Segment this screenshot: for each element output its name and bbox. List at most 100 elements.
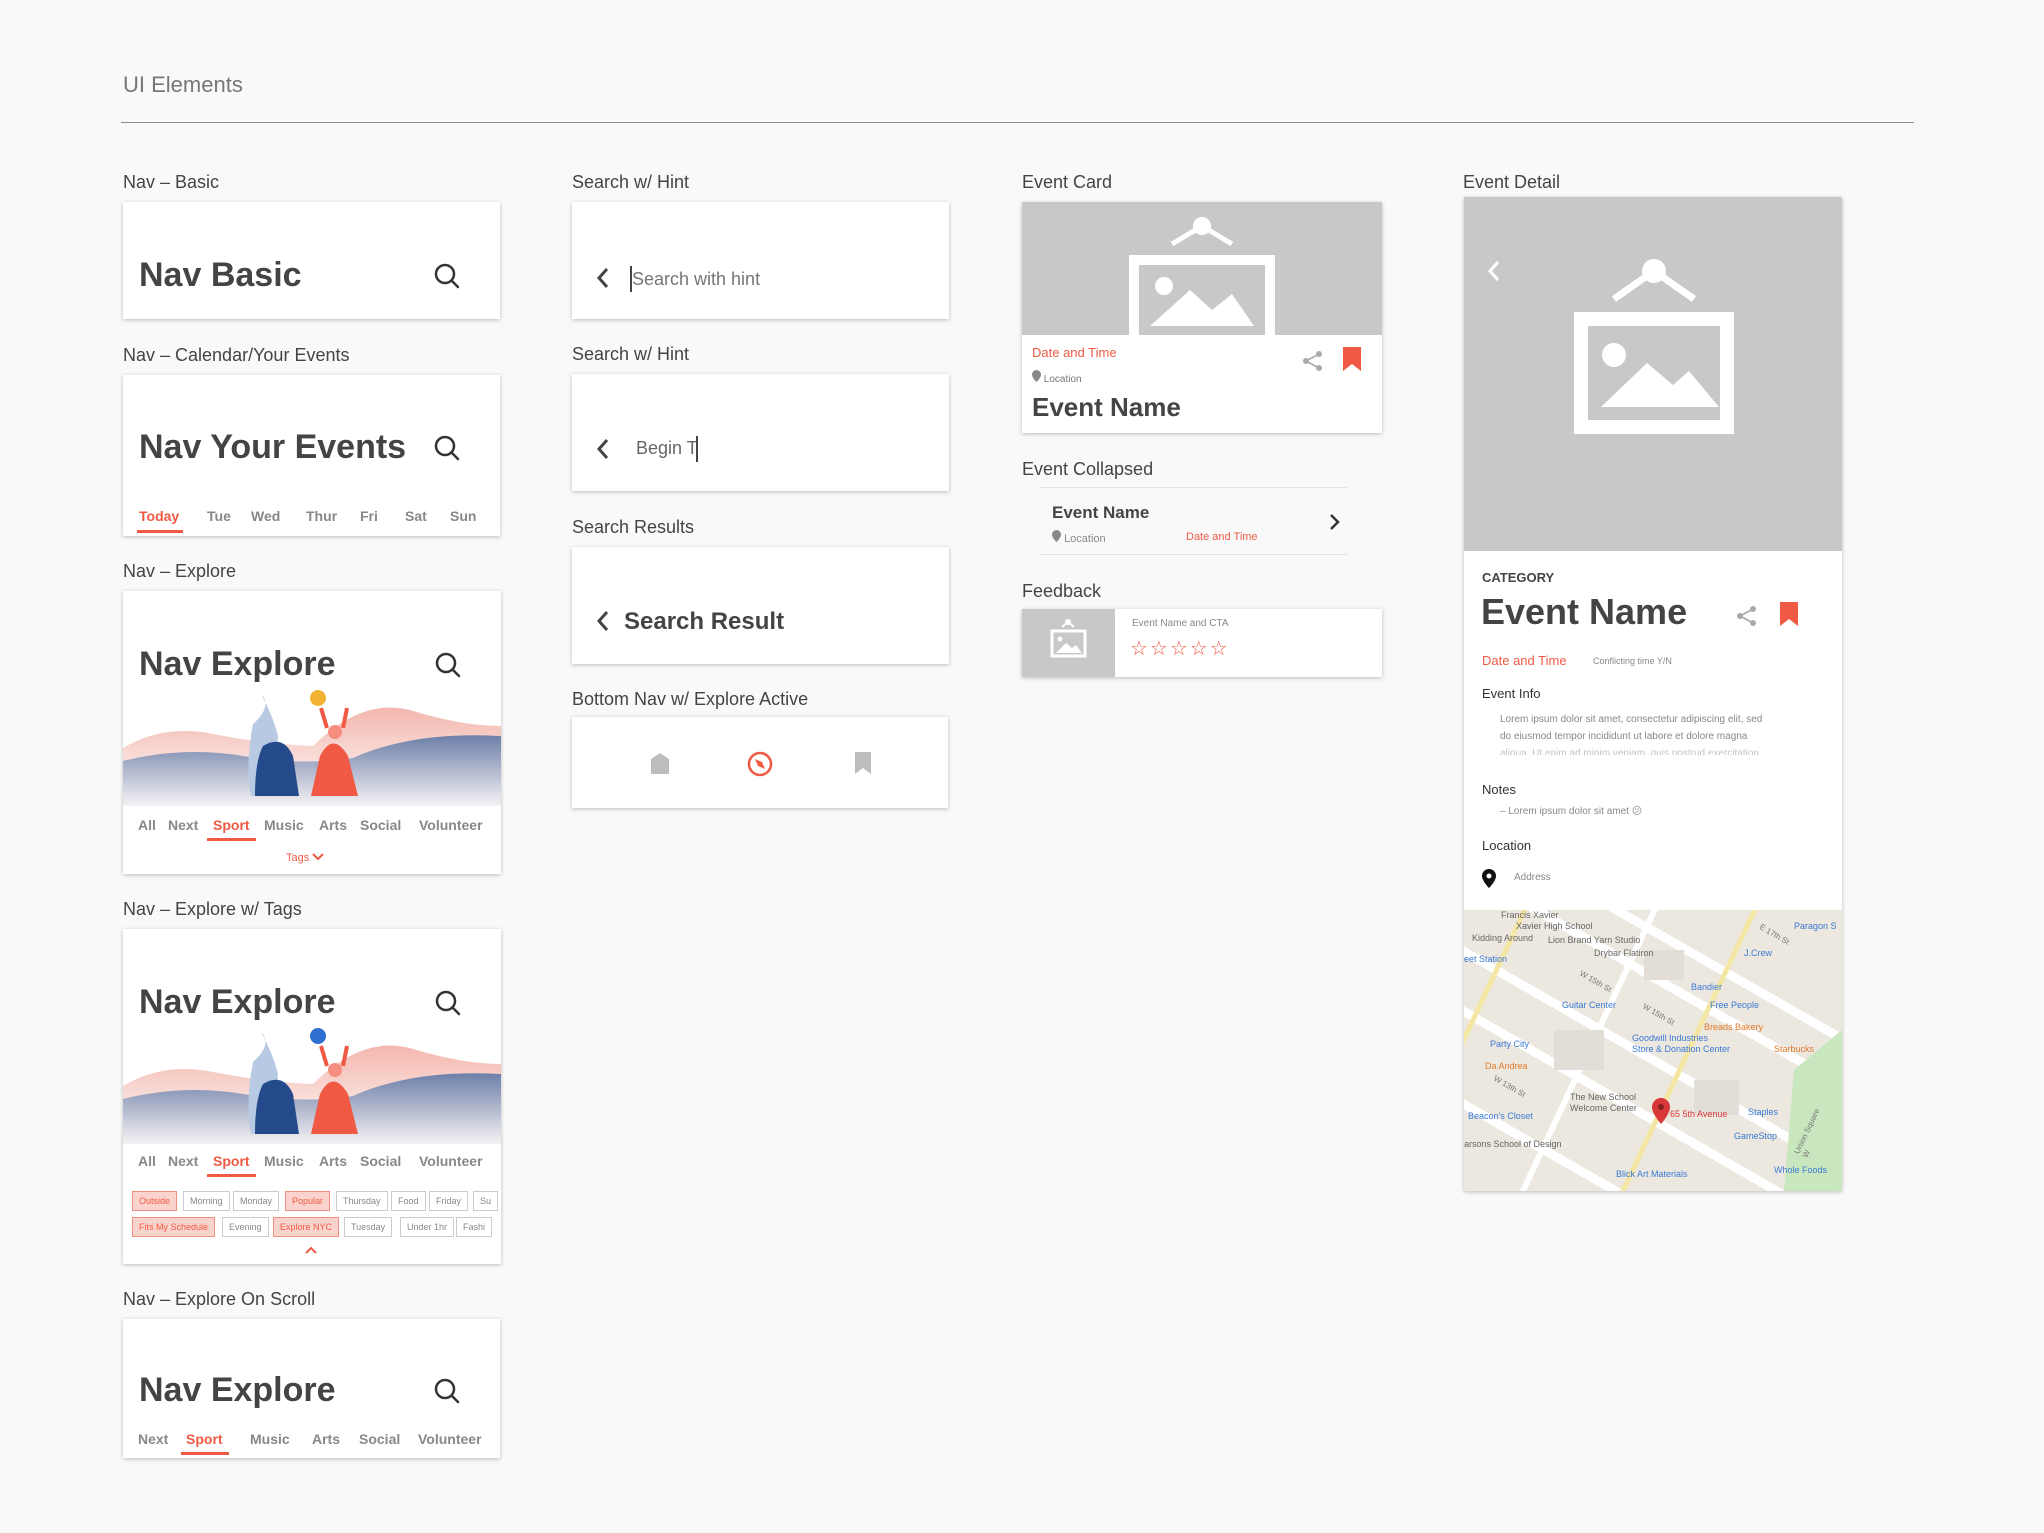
category-tab[interactable]: Music <box>264 817 304 833</box>
tag-chip[interactable]: Under 1hr <box>400 1217 455 1237</box>
tags-toggle[interactable]: Tags <box>286 852 325 864</box>
tag-chip[interactable]: Fashi <box>456 1217 493 1237</box>
explore-compass-icon[interactable] <box>747 751 773 777</box>
tag-chip[interactable]: Food <box>391 1191 426 1211</box>
tag-chip[interactable]: Fits My Schedule <box>132 1217 216 1237</box>
day-tab[interactable]: Sun <box>450 508 476 524</box>
event-card[interactable]: Date and Time Location Event Name <box>1022 202 1382 433</box>
category-tab[interactable]: Volunteer <box>419 817 483 833</box>
tag-chip[interactable]: Tuesday <box>344 1217 393 1237</box>
day-tab[interactable]: Tue <box>207 508 231 524</box>
tag-chip[interactable]: Outside <box>132 1191 178 1211</box>
category-tab-active[interactable]: Sport <box>213 817 250 833</box>
search-icon[interactable] <box>433 1377 461 1405</box>
map-marker-icon[interactable] <box>1652 1098 1670 1124</box>
bookmark-icon[interactable] <box>1779 601 1799 627</box>
nav-explore-scroll-card: Nav Explore Next Sport Music Arts Social… <box>123 1319 500 1458</box>
back-arrow-icon[interactable] <box>594 609 614 633</box>
event-date: Date and Time <box>1482 653 1567 668</box>
search-result-title: Search Result <box>624 608 785 635</box>
category-tab[interactable]: Social <box>359 1431 400 1447</box>
tag-chip[interactable]: Popular <box>285 1191 331 1211</box>
map-label: The New School <box>1570 1092 1637 1102</box>
category-tab[interactable]: Volunteer <box>418 1431 482 1447</box>
chevron-up-icon[interactable] <box>305 1246 317 1254</box>
day-tab[interactable]: Thur <box>306 508 337 524</box>
category-tab[interactable]: Arts <box>319 1153 347 1169</box>
section-label-feedback: Feedback <box>1022 581 1102 601</box>
chevron-right-icon[interactable] <box>1329 513 1341 531</box>
active-tab-underline <box>207 838 256 841</box>
share-icon[interactable] <box>1736 605 1758 627</box>
search-icon[interactable] <box>434 989 462 1017</box>
category-tab[interactable]: Volunteer <box>419 1153 483 1169</box>
category-tab[interactable]: Next <box>168 817 198 833</box>
rating-stars[interactable]: ☆☆☆☆☆ <box>1130 636 1230 661</box>
share-icon[interactable] <box>1302 350 1324 372</box>
map-label: arsons School of Design <box>1464 1139 1562 1149</box>
map-label: Da Andrea <box>1485 1061 1528 1071</box>
title-divider <box>121 122 1914 123</box>
event-date: Date and Time <box>1032 345 1117 360</box>
search-input-value[interactable]: Begin T <box>636 438 698 459</box>
feedback-card: Event Name and CTA ☆☆☆☆☆ <box>1022 609 1382 677</box>
event-collapsed-row[interactable]: Event Name Location Date and Time <box>1040 487 1347 555</box>
tag-chip[interactable]: Thursday <box>336 1191 388 1211</box>
image-placeholder-icon <box>1050 619 1087 658</box>
nav-explore-tags-card: Nav Explore All Next Sport Music Arts So… <box>123 929 501 1264</box>
category-tab[interactable]: Next <box>168 1153 198 1169</box>
bookmark-icon[interactable] <box>1342 346 1362 372</box>
home-icon[interactable] <box>649 751 671 775</box>
search-icon[interactable] <box>433 434 461 462</box>
section-label-search-hint-2: Search w/ Hint <box>572 344 690 364</box>
category-tab[interactable]: Music <box>250 1431 290 1447</box>
nav-calendar-card: Nav Your Events Today Tue Wed Thur Fri S… <box>123 375 500 536</box>
day-tab[interactable]: Wed <box>251 508 280 524</box>
search-icon[interactable] <box>433 262 461 290</box>
nav-title: Nav Explore <box>139 645 336 683</box>
category-tab[interactable]: All <box>138 817 156 833</box>
day-tab[interactable]: Fri <box>360 508 378 524</box>
tags-label: Tags <box>286 852 310 864</box>
map-label: J.Crew <box>1744 948 1773 958</box>
category-tab-active[interactable]: Sport <box>186 1431 223 1447</box>
tag-chip[interactable]: Explore NYC <box>273 1217 340 1237</box>
tag-chip[interactable]: Su <box>473 1191 499 1211</box>
back-arrow-icon[interactable] <box>594 266 614 290</box>
category-tab[interactable]: Arts <box>312 1431 340 1447</box>
map-label: Guitar Center <box>1562 1000 1617 1010</box>
section-label-search-results: Search Results <box>572 517 695 537</box>
text-cursor <box>696 436 698 462</box>
category-tab[interactable]: Music <box>264 1153 304 1169</box>
category-tab[interactable]: Social <box>360 817 401 833</box>
tag-chip[interactable]: Monday <box>233 1191 280 1211</box>
tag-chip[interactable]: Evening <box>222 1217 269 1237</box>
bookmark-icon[interactable] <box>853 751 873 775</box>
search-icon[interactable] <box>434 651 462 679</box>
search-input[interactable] <box>632 266 912 292</box>
back-arrow-icon[interactable] <box>594 437 614 461</box>
address-text: Address <box>1514 872 1551 883</box>
category-tab[interactable]: All <box>138 1153 156 1169</box>
location-map[interactable]: Francis Xavier Xavier High School Kiddin… <box>1464 910 1842 1191</box>
tag-chip[interactable]: Morning <box>183 1191 230 1211</box>
category-tab-active[interactable]: Sport <box>213 1153 250 1169</box>
map-label: GameStop <box>1734 1131 1778 1141</box>
tag-chip[interactable]: Friday <box>429 1191 469 1211</box>
category-tab[interactable]: Social <box>360 1153 401 1169</box>
map-label: Drybar Flatiron <box>1594 948 1654 958</box>
section-label-event-card: Event Card <box>1022 172 1113 192</box>
event-detail-screen: CATEGORY Event Name Date and Time Confli… <box>1464 197 1842 1191</box>
back-arrow-icon[interactable] <box>1486 259 1502 283</box>
event-date: Date and Time <box>1186 531 1258 543</box>
event-location-text: Location <box>1043 374 1082 385</box>
day-tab-today[interactable]: Today <box>139 508 179 524</box>
category-tab[interactable]: Arts <box>319 817 347 833</box>
category-tab[interactable]: Next <box>138 1431 168 1447</box>
map-label: Blick Art Materials <box>1616 1169 1688 1179</box>
map-label-destination: 65 5th Avenue <box>1670 1109 1728 1119</box>
day-tab[interactable]: Sat <box>405 508 427 524</box>
map-label: Breads Bakery <box>1704 1022 1764 1032</box>
event-info-line: do eiusmod tempor incididunt ut labore e… <box>1500 731 1748 742</box>
bottom-nav-card <box>572 717 948 808</box>
